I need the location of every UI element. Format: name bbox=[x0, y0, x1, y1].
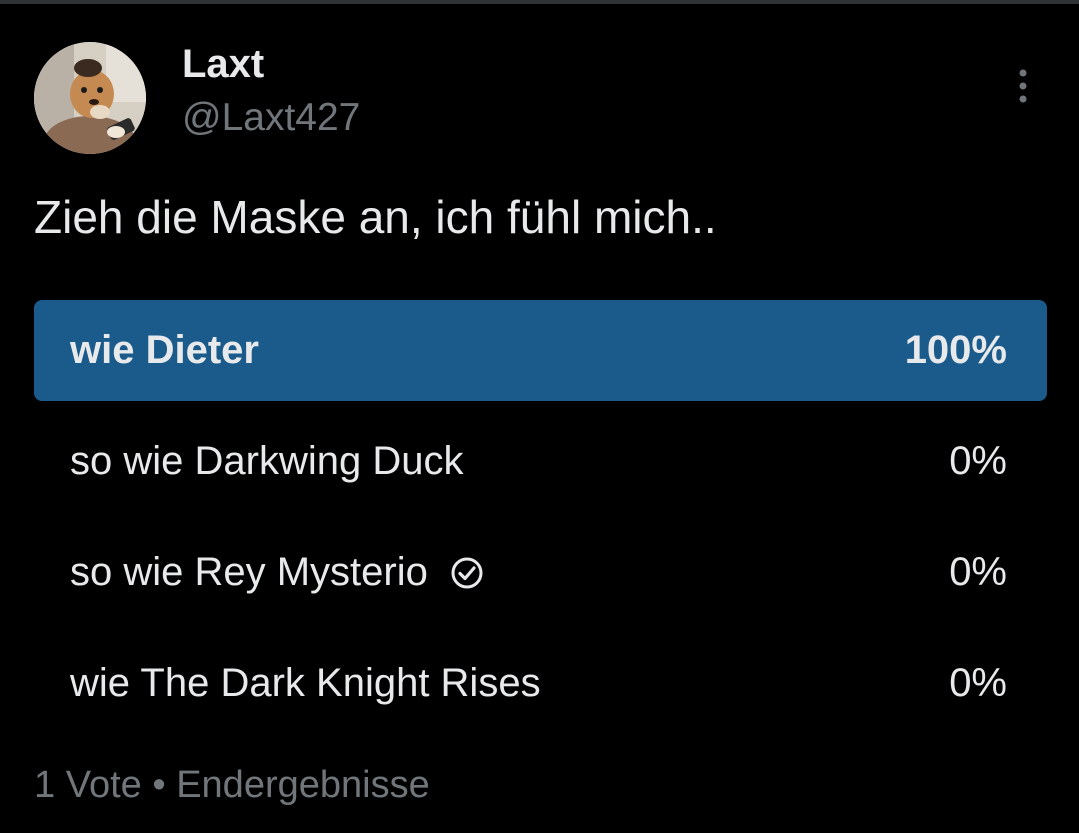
poll-option-label: so wie Rey Mysterio bbox=[70, 550, 428, 594]
footer-separator: • bbox=[152, 764, 166, 806]
poll-option-label: wie Dieter bbox=[70, 328, 259, 372]
poll-option-3[interactable]: so wie Rey Mysterio 0% bbox=[34, 522, 1047, 623]
tweet-text: Zieh die Maske an, ich fühl mich.. bbox=[34, 191, 717, 243]
poll-option-percent: 100% bbox=[904, 328, 1007, 372]
poll-option-label: wie The Dark Knight Rises bbox=[70, 661, 541, 705]
top-divider bbox=[0, 0, 1079, 4]
poll-option-2[interactable]: so wie Darkwing Duck 0% bbox=[34, 411, 1047, 512]
poll-footer: 1 Vote • Endergebnisse bbox=[34, 760, 430, 810]
more-options-button[interactable] bbox=[1004, 62, 1042, 110]
avatar[interactable] bbox=[34, 42, 146, 154]
poll-option-4[interactable]: wie The Dark Knight Rises 0% bbox=[34, 633, 1047, 734]
poll-option-percent: 0% bbox=[949, 661, 1007, 705]
more-vertical-icon bbox=[1019, 69, 1027, 103]
user-handle[interactable]: @Laxt427 bbox=[182, 94, 360, 142]
poll-option-percent: 0% bbox=[949, 550, 1007, 594]
poll-status: Endergebnisse bbox=[176, 764, 430, 806]
vote-count: 1 Vote bbox=[34, 764, 142, 806]
poll: wie Dieter 100% so wie Darkwing Duck 0% … bbox=[34, 300, 1047, 744]
poll-option-1[interactable]: wie Dieter 100% bbox=[34, 300, 1047, 401]
dog-avatar-icon bbox=[34, 42, 146, 154]
display-name[interactable]: Laxt bbox=[182, 40, 264, 88]
check-circle-icon bbox=[451, 557, 483, 588]
poll-option-label: so wie Darkwing Duck bbox=[70, 439, 464, 483]
poll-option-percent: 0% bbox=[949, 439, 1007, 483]
